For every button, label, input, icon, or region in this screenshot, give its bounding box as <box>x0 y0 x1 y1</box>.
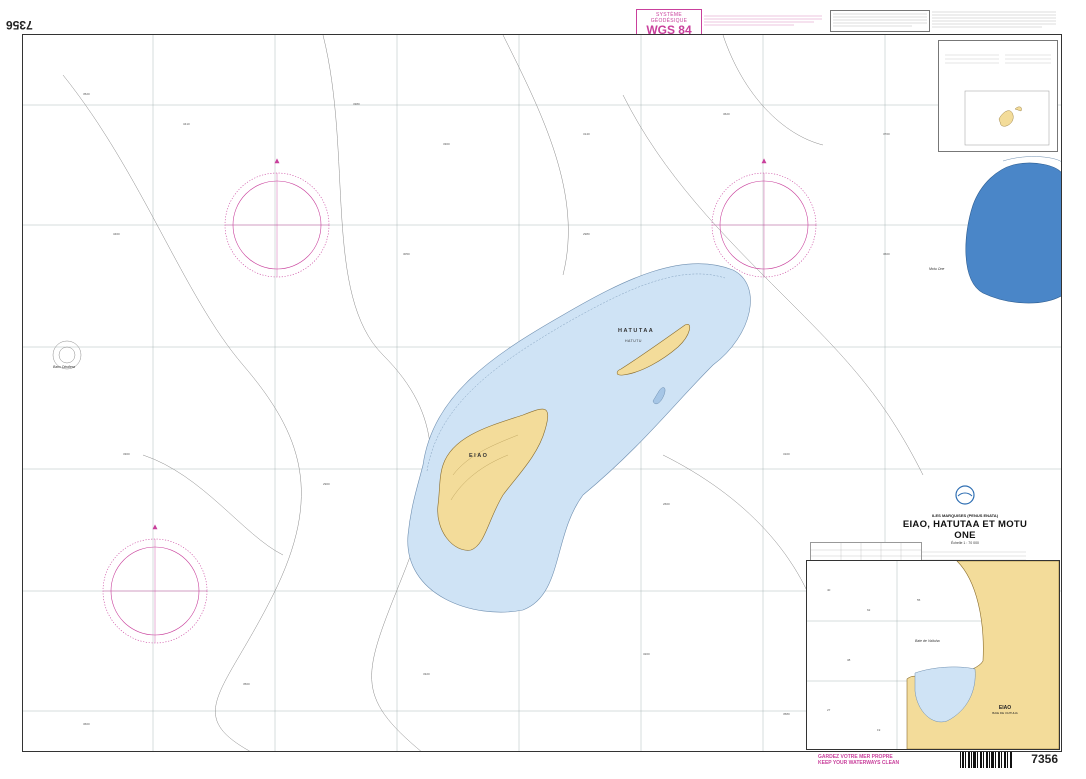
motu-one-shoal <box>965 162 1061 304</box>
label-hatutaa: HATUTAA <box>618 328 655 334</box>
svg-text:3050: 3050 <box>403 252 410 256</box>
title-name: EIAO, HATUTAA ET MOTU ONE <box>902 519 1028 541</box>
label-hatutu: HATUTU <box>625 339 642 343</box>
svg-text:3600: 3600 <box>883 252 890 256</box>
compass-rose-icon <box>102 524 208 644</box>
clean-water-banner: GARDEZ VOTRE MER PROPRE KEEP YOUR WATERW… <box>818 754 899 766</box>
svg-text:3620: 3620 <box>723 112 730 116</box>
svg-text:3460: 3460 <box>113 232 120 236</box>
svg-text:19: 19 <box>877 728 881 732</box>
inset-subtitle: BAIE DE VAITUHA <box>992 711 1018 715</box>
title-region: ILES MARQUISES (PENUS ENATA) <box>931 513 999 518</box>
svg-text:3380: 3380 <box>353 102 360 106</box>
svg-text:3300: 3300 <box>123 452 130 456</box>
chart-number-top: 7356 <box>6 18 33 32</box>
inset-land <box>906 561 1059 749</box>
svg-text:3580: 3580 <box>783 712 790 716</box>
label-eiao: EIAO <box>469 453 489 459</box>
notes-box <box>830 10 930 32</box>
barcode-icon <box>960 752 1012 768</box>
label-baie-vaituha: Baie de Vaituha <box>915 639 940 643</box>
location-inset <box>938 40 1058 152</box>
svg-text:3700: 3700 <box>883 132 890 136</box>
svg-text:55: 55 <box>917 598 921 602</box>
notes-right <box>932 10 1058 32</box>
inset-title: EIAO BAIE DE VAITUHA <box>960 705 1050 715</box>
svg-text:2900: 2900 <box>323 482 330 486</box>
geodetic-system-box: SYSTÈME GÉODÉSIQUE WGS 84 <box>636 9 702 36</box>
svg-text:27: 27 <box>827 708 831 712</box>
svg-text:3100: 3100 <box>783 452 790 456</box>
svg-text:2980: 2980 <box>583 232 590 236</box>
svg-text:3200: 3200 <box>643 652 650 656</box>
svg-text:40: 40 <box>827 588 831 592</box>
clean-water-en: KEEP YOUR WATERWAYS CLEAN <box>818 760 900 766</box>
chart-number-bottom: 7356 <box>1031 752 1058 766</box>
svg-text:3410: 3410 <box>183 122 190 126</box>
nautical-chart-sheet: 7356 SYSTÈME GÉODÉSIQUE WGS 84 3520 3410… <box>0 0 1086 779</box>
shom-logo <box>955 485 975 505</box>
label-banc-dindiera: Banc Dindiera <box>53 365 75 369</box>
svg-text:3320: 3320 <box>423 672 430 676</box>
compass-rose-icon <box>224 158 330 278</box>
label-motu-one: Motu One <box>929 267 945 271</box>
svg-text:3600: 3600 <box>83 722 90 726</box>
compass-rose-icon <box>711 158 817 278</box>
svg-text:2600: 2600 <box>663 502 670 506</box>
svg-text:3140: 3140 <box>583 132 590 136</box>
inset-baie-de-vaituha: 40 62 38 27 19 55 Baie de Vaituha <box>806 560 1060 750</box>
svg-text:3500: 3500 <box>243 682 250 686</box>
svg-text:3520: 3520 <box>83 92 90 96</box>
geodetic-note <box>704 14 824 29</box>
svg-text:3300: 3300 <box>443 142 450 146</box>
svg-text:62: 62 <box>867 608 871 612</box>
svg-text:38: 38 <box>847 658 851 662</box>
